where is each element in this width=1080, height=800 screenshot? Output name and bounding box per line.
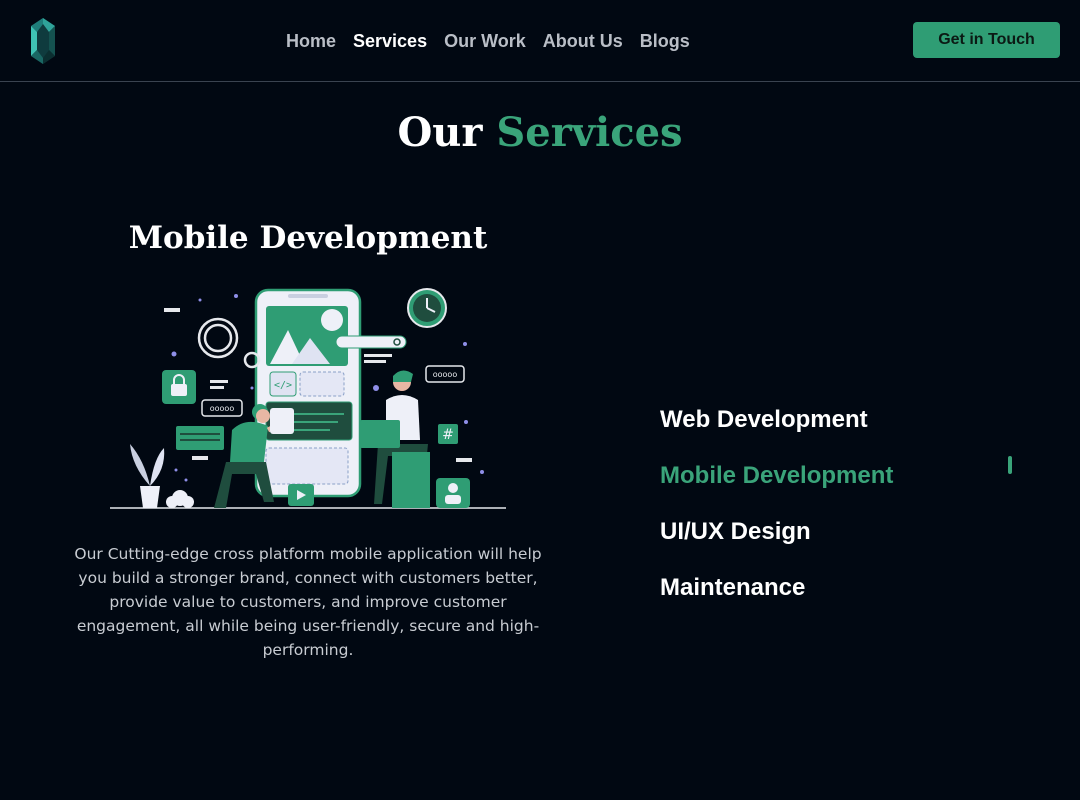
service-description: Our Cutting-edge cross platform mobile a… bbox=[74, 545, 542, 659]
services-list: Web Development Mobile Development UI/UX… bbox=[660, 404, 1020, 628]
site-header: Home Services Our Work About Us Blogs Ge… bbox=[0, 0, 1080, 82]
nav-about-us[interactable]: About Us bbox=[543, 30, 623, 52]
get-in-touch-button[interactable]: Get in Touch bbox=[913, 22, 1060, 58]
clock-icon bbox=[407, 288, 447, 328]
svg-text:</>: </> bbox=[274, 380, 292, 391]
service-item-mobile-development[interactable]: Mobile Development bbox=[660, 460, 1020, 516]
mobile-development-illustration: </> ooooo ooooo # bbox=[110, 288, 506, 509]
service-item-web-development[interactable]: Web Development bbox=[660, 404, 1020, 460]
active-service-indicator bbox=[1008, 456, 1012, 474]
selected-service-title: Mobile Development bbox=[128, 220, 488, 256]
svg-text:ooooo: ooooo bbox=[210, 404, 235, 413]
nav-home[interactable]: Home bbox=[286, 30, 336, 52]
section-title: Our Services bbox=[0, 108, 1080, 158]
svg-text:ooooo: ooooo bbox=[433, 370, 458, 379]
hashtag-icon: # bbox=[438, 424, 458, 444]
lock-icon bbox=[162, 370, 196, 404]
nav-blogs[interactable]: Blogs bbox=[640, 30, 690, 52]
main-nav: Home Services Our Work About Us Blogs bbox=[286, 30, 690, 52]
section-title-plain: Our bbox=[397, 109, 483, 156]
service-item-maintenance[interactable]: Maintenance bbox=[660, 572, 1020, 628]
logo-icon[interactable] bbox=[29, 18, 57, 64]
plant-icon bbox=[130, 444, 165, 508]
gear-icon bbox=[197, 317, 261, 369]
play-icon bbox=[288, 484, 314, 506]
user-icon bbox=[436, 478, 470, 508]
section-title-accent: Services bbox=[496, 109, 683, 156]
cloud-icon bbox=[166, 490, 194, 508]
svg-text:#: # bbox=[442, 427, 454, 443]
nav-services[interactable]: Services bbox=[353, 30, 427, 52]
nav-our-work[interactable]: Our Work bbox=[444, 30, 526, 52]
service-item-ui-ux-design[interactable]: UI/UX Design bbox=[660, 516, 1020, 572]
